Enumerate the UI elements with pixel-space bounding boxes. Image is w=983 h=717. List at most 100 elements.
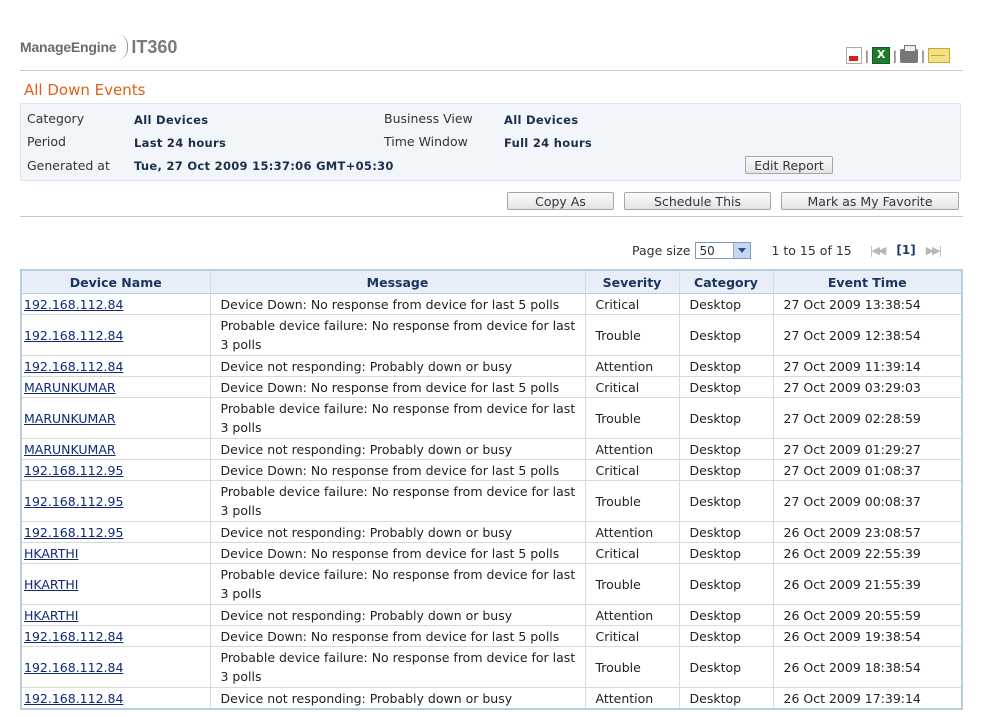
event-time-cell: 27 Oct 2009 12:38:54	[772, 314, 963, 356]
device-link[interactable]: HKARTHI	[24, 546, 78, 561]
severity-cell: Attention	[584, 687, 680, 710]
device-link[interactable]: 192.168.112.84	[24, 328, 123, 343]
category-cell: Desktop	[678, 314, 774, 356]
generated-at-value: Tue, 27 Oct 2009 15:37:06 GMT+05:30	[134, 159, 394, 173]
severity-cell: Trouble	[584, 480, 680, 522]
device-link[interactable]: 192.168.112.84	[24, 297, 123, 312]
device-link[interactable]: MARUNKUMAR	[24, 442, 116, 457]
event-time-cell: 27 Oct 2009 00:08:37	[772, 480, 963, 522]
table-row: 192.168.112.84 Probable device failure: N…	[20, 314, 963, 356]
column-header-event-time[interactable]: Event Time	[772, 269, 963, 294]
category-cell: Desktop	[678, 480, 774, 522]
mark-favorite-button[interactable]: Mark as My Favorite	[781, 192, 959, 210]
event-time-cell: 26 Oct 2009 21:55:39	[772, 563, 963, 605]
message-cell: Probable device failure: No response fro…	[209, 646, 586, 688]
column-header-severity[interactable]: Severity	[584, 269, 680, 294]
severity-cell: Trouble	[584, 314, 680, 356]
message-cell: Probable device failure: No response fro…	[209, 397, 586, 439]
severity-cell: Critical	[584, 542, 680, 564]
table-row: 192.168.112.84 Device not responding: Pro…	[20, 355, 963, 377]
schedule-this-button[interactable]: Schedule This	[624, 192, 771, 210]
toolbar-divider	[20, 216, 963, 217]
excel-icon[interactable]	[871, 47, 890, 64]
pdf-icon[interactable]	[845, 47, 862, 64]
printer-icon[interactable]	[899, 44, 918, 63]
event-time-cell: 26 Oct 2009 18:38:54	[772, 646, 963, 688]
event-time-cell: 26 Oct 2009 20:55:59	[772, 604, 963, 626]
device-link[interactable]: 192.168.112.95	[24, 525, 123, 540]
envelope-icon[interactable]	[928, 48, 950, 63]
column-header-message[interactable]: Message	[209, 269, 586, 294]
event-time-cell: 27 Oct 2009 01:08:37	[772, 459, 963, 481]
device-link[interactable]: 192.168.112.84	[24, 660, 123, 675]
device-link[interactable]: HKARTHI	[24, 608, 78, 623]
severity-cell: Trouble	[584, 397, 680, 439]
table-row: HKARTHI Device not responding: Probably d…	[20, 604, 963, 626]
event-time-cell: 27 Oct 2009 01:29:27	[772, 438, 963, 460]
business-view-value: All Devices	[504, 113, 579, 127]
device-link[interactable]: 192.168.112.84	[24, 691, 123, 706]
event-time-cell: 26 Oct 2009 23:08:57	[772, 521, 963, 543]
message-cell: Device Down: No response from device for…	[209, 459, 586, 481]
category-cell: Desktop	[678, 604, 774, 626]
device-link[interactable]: HKARTHI	[24, 577, 78, 592]
time-window-value: Full 24 hours	[504, 136, 593, 150]
event-time-cell: 27 Oct 2009 03:29:03	[772, 376, 963, 398]
current-page[interactable]: [1]	[896, 243, 915, 257]
severity-cell: Attention	[584, 521, 680, 543]
category-label: Category	[27, 111, 85, 126]
page-title: All Down Events	[24, 81, 146, 99]
category-cell: Desktop	[678, 563, 774, 605]
page-size-label: Page size	[632, 242, 691, 258]
message-cell: Device not responding: Probably down or …	[209, 521, 586, 543]
page-size-select[interactable]: 50	[695, 241, 752, 259]
message-cell: Device Down: No response from device for…	[209, 293, 586, 315]
table-row: MARUNKUMAR Device Down: No response from …	[20, 376, 963, 398]
column-header-category[interactable]: Category	[678, 269, 774, 294]
severity-cell: Trouble	[584, 563, 680, 605]
table-row: 192.168.112.84 Device not responding: Pro…	[20, 687, 963, 710]
table-row: 192.168.112.95 Device Down: No response f…	[20, 459, 963, 481]
category-cell: Desktop	[678, 542, 774, 564]
category-cell: Desktop	[678, 293, 774, 315]
device-link[interactable]: 192.168.112.84	[24, 629, 123, 644]
generated-at-label: Generated at	[27, 158, 110, 173]
copy-as-button[interactable]: Copy As	[507, 192, 614, 210]
message-cell: Device not responding: Probably down or …	[209, 604, 586, 626]
logo-text: ManageEngine	[20, 39, 117, 55]
device-link[interactable]: MARUNKUMAR	[24, 411, 116, 426]
next-last-page-icon[interactable]: ▶▶|	[926, 244, 943, 257]
record-range: 1 to 15 of 15	[771, 242, 852, 258]
category-cell: Desktop	[678, 397, 774, 439]
message-cell: Device not responding: Probably down or …	[209, 687, 586, 710]
category-cell: Desktop	[678, 687, 774, 710]
event-time-cell: 27 Oct 2009 13:38:54	[772, 293, 963, 315]
event-time-cell: 26 Oct 2009 19:38:54	[772, 625, 963, 647]
pagination-bar: Page size 50 1 to 15 of 15 |◀◀ [1] ▶▶|	[632, 240, 943, 260]
category-cell: Desktop	[678, 459, 774, 481]
chevron-down-icon[interactable]	[733, 242, 751, 258]
device-link[interactable]: 192.168.112.84	[24, 359, 123, 374]
table-row: MARUNKUMAR Probable device failure: No re…	[20, 397, 963, 439]
export-actions: | | |	[843, 44, 950, 64]
table-row: 192.168.112.84 Probable device failure: N…	[20, 646, 963, 688]
table-row: HKARTHI Device Down: No response from dev…	[20, 542, 963, 564]
column-header-device-name[interactable]: Device Name	[20, 269, 211, 294]
edit-report-button[interactable]: Edit Report	[745, 156, 833, 174]
period-value: Last 24 hours	[134, 136, 227, 150]
severity-cell: Critical	[584, 293, 680, 315]
first-prev-page-icon[interactable]: |◀◀	[870, 244, 887, 257]
period-label: Period	[27, 134, 66, 149]
device-link[interactable]: 192.168.112.95	[24, 463, 123, 478]
table-header-row: Device Name Message Severity Category Ev…	[20, 269, 963, 294]
events-table: Device Name Message Severity Category Ev…	[20, 269, 963, 710]
message-cell: Probable device failure: No response fro…	[209, 314, 586, 356]
report-info-panel: Category All Devices Business View All D…	[20, 103, 961, 181]
device-link[interactable]: MARUNKUMAR	[24, 380, 116, 395]
category-cell: Desktop	[678, 521, 774, 543]
table-row: MARUNKUMAR Device not responding: Probabl…	[20, 438, 963, 460]
table-row: 192.168.112.84 Device Down: No response f…	[20, 293, 963, 315]
category-cell: Desktop	[678, 355, 774, 377]
table-row: 192.168.112.95 Device not responding: Pro…	[20, 521, 963, 543]
device-link[interactable]: 192.168.112.95	[24, 494, 123, 509]
